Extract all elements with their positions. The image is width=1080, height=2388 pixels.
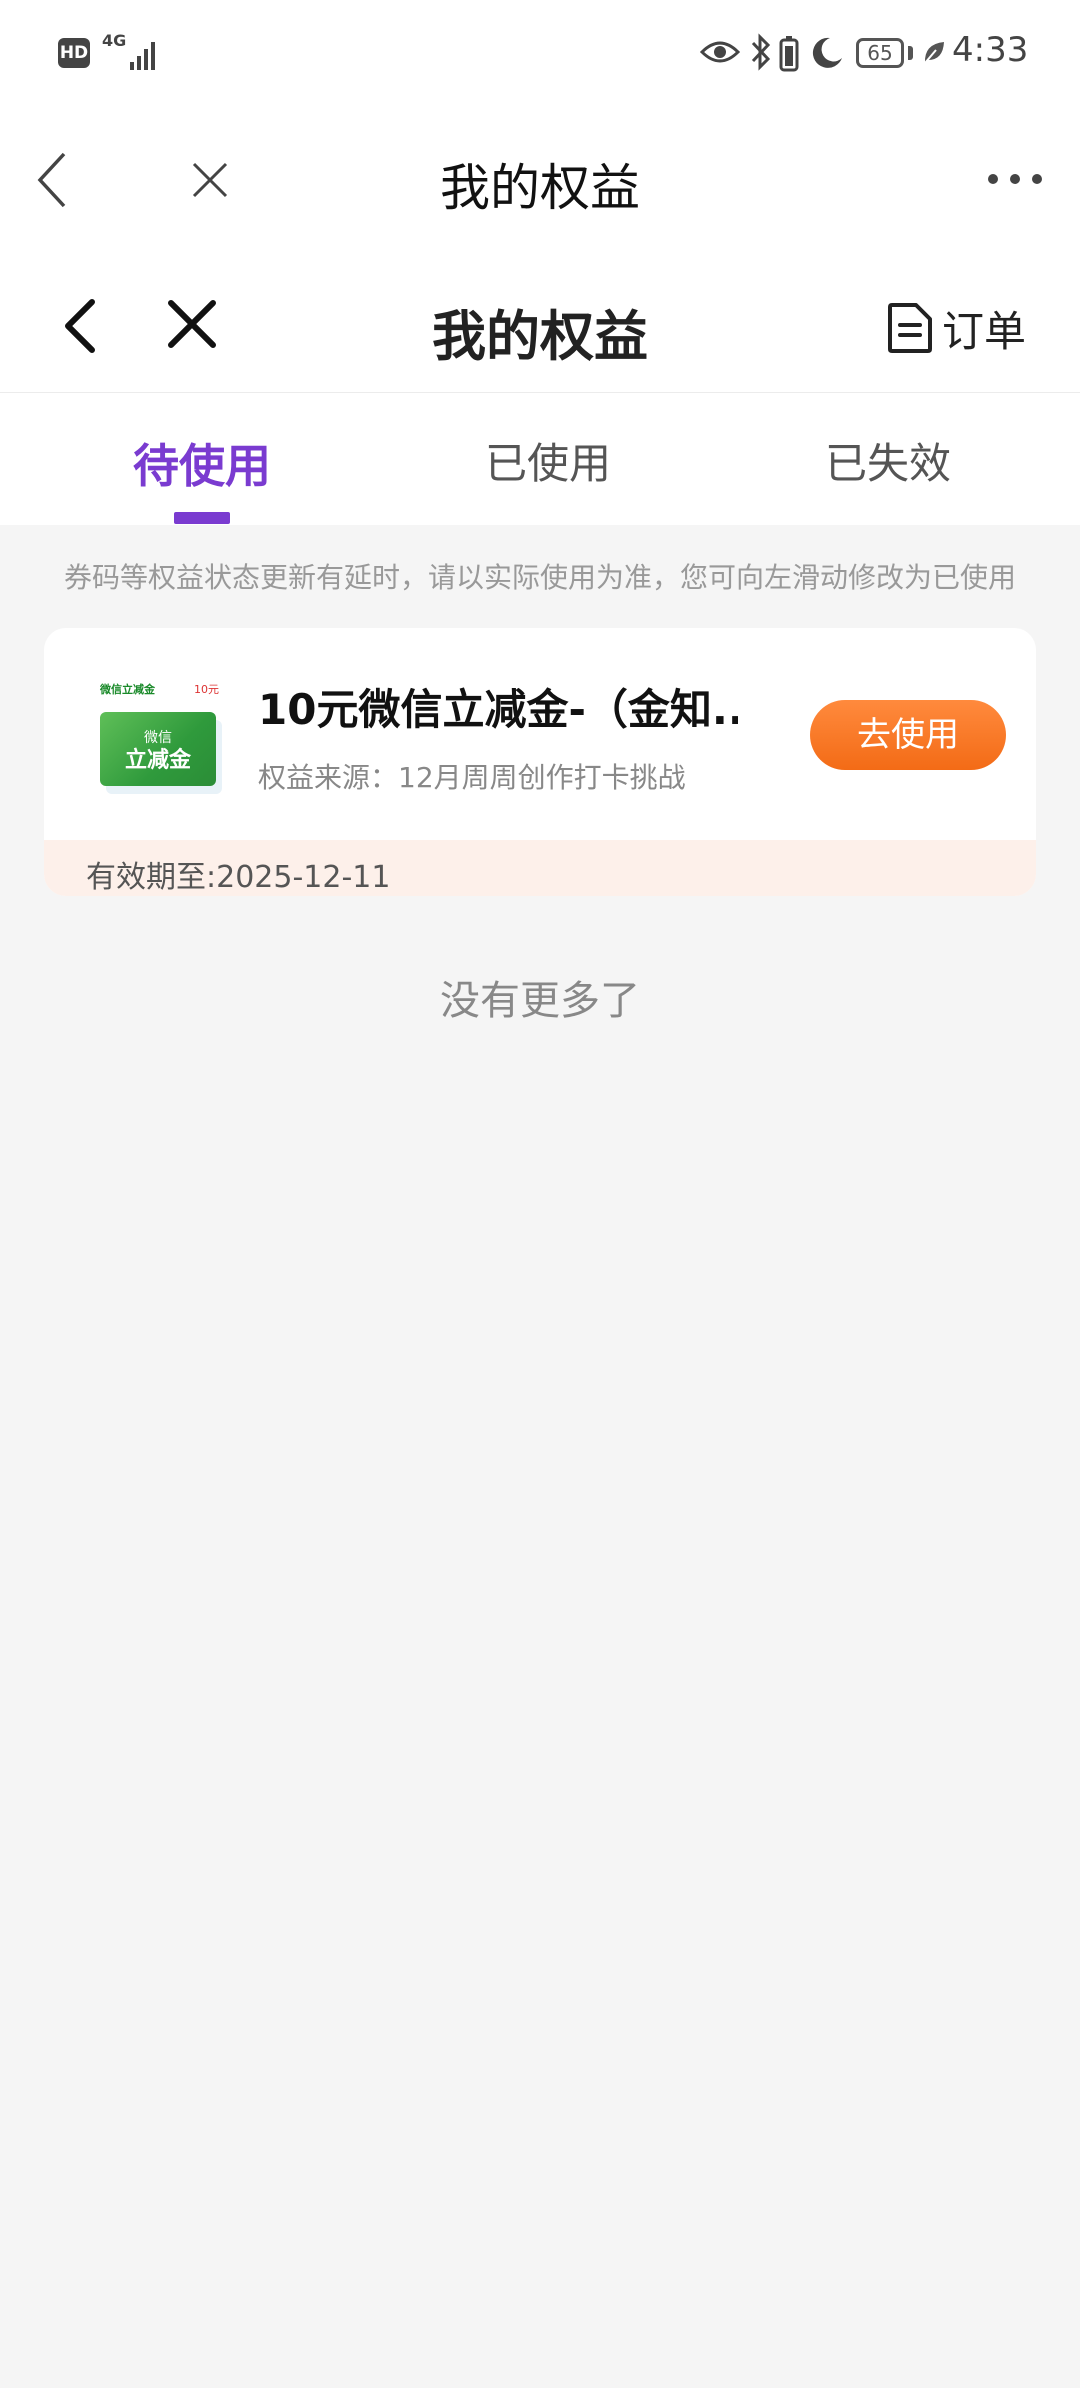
signal-icon: [130, 42, 155, 70]
bluetooth-icon: [751, 33, 771, 71]
battery-indicator: 65: [856, 38, 904, 68]
tab-pending[interactable]: 待使用: [52, 430, 352, 496]
status-bar: [0, 0, 1080, 100]
orders-label: 订单: [942, 306, 1027, 356]
delay-notice: 券码等权益状态更新有延时，请以实际使用为准，您可向左滑动修改为已使用: [63, 561, 1016, 594]
use-button[interactable]: 去使用: [810, 700, 1006, 770]
orders-button[interactable]: 订单: [886, 298, 1026, 358]
clock: 4:33: [952, 30, 1029, 70]
eye-icon: [700, 41, 740, 63]
tab-expired[interactable]: 已失效: [738, 430, 1038, 491]
document-icon: [888, 303, 932, 353]
moon-icon: [812, 37, 842, 68]
benefit-title: 10元微信立减金-（金知...: [258, 685, 738, 734]
leaf-icon: [924, 42, 944, 64]
browser-title: 我的权益: [440, 159, 640, 217]
validity-date: 有效期至:2025-12-11: [86, 860, 391, 895]
hd-badge: HD: [58, 38, 90, 68]
voucher-card-label: 立减金: [124, 748, 191, 773]
benefit-source: 权益来源：12月周周创作打卡挑战: [258, 761, 686, 794]
no-more-text: 没有更多了: [440, 978, 640, 1024]
active-tab-indicator: [174, 512, 230, 524]
battery-saver-icon: [779, 36, 799, 72]
tab-used[interactable]: 已使用: [398, 430, 698, 491]
more-options-icon[interactable]: [985, 172, 1045, 186]
thumbnail-amount: 10元: [194, 683, 219, 696]
battery-tip: [908, 46, 913, 60]
thumbnail-caption: 微信立减金: [100, 683, 155, 696]
network-type: 4G: [102, 31, 127, 50]
